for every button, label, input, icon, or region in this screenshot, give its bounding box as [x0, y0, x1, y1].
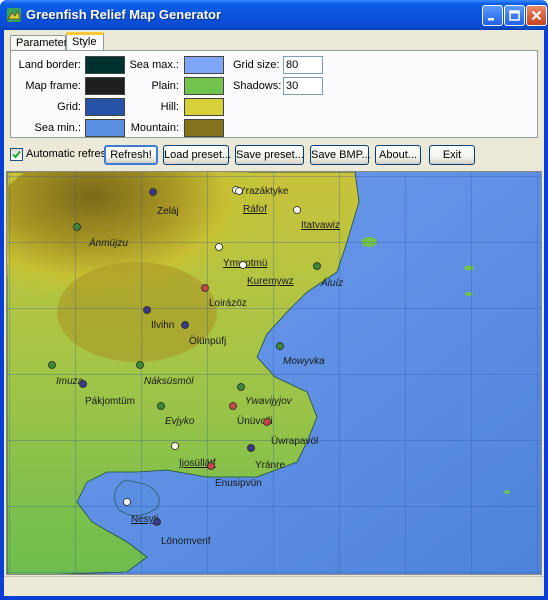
- grid-swatch[interactable]: [85, 98, 125, 116]
- land-border-label: Land border:: [18, 59, 81, 71]
- minimize-button[interactable]: [482, 5, 503, 26]
- grid-size-input[interactable]: 80: [283, 56, 323, 74]
- load-preset-button[interactable]: Load preset...: [163, 145, 231, 165]
- place-marker: [235, 187, 243, 195]
- shadows-input[interactable]: 30: [283, 77, 323, 95]
- sea-min-label: Sea min.:: [34, 122, 81, 134]
- place-marker: [276, 342, 284, 350]
- mountain-label: Mountain:: [130, 122, 179, 134]
- place-label: Ánmüjzu: [88, 236, 128, 249]
- place-marker: [181, 321, 189, 329]
- title-bar[interactable]: Greenfish Relief Map Generator: [0, 0, 548, 30]
- sea-min-swatch[interactable]: [85, 119, 125, 137]
- style-panel: Land border: Map frame: Grid: Sea min.: …: [10, 50, 538, 138]
- place-marker: [123, 498, 131, 506]
- place-label: Ywavijyjov: [245, 396, 293, 407]
- window-title: Greenfish Relief Map Generator: [26, 7, 222, 22]
- place-marker: [313, 262, 321, 270]
- automatic-refresh-label: Automatic refresh: [26, 148, 113, 160]
- sea-max-label: Sea max.:: [129, 59, 179, 71]
- place-label: Kuremywz: [247, 276, 294, 287]
- place-marker: [207, 462, 215, 470]
- plain-label: Plain:: [151, 80, 179, 92]
- relief-map-view[interactable]: YrazáktykeZelájRáfofItatvawizÁnmüjzuYmwo…: [6, 171, 542, 575]
- place-marker: [48, 361, 56, 369]
- place-marker: [171, 442, 179, 450]
- place-label: Ráfof: [243, 204, 267, 215]
- place-label: Mowyvka: [283, 356, 325, 367]
- map-grid: [7, 172, 541, 574]
- place-marker: [293, 206, 301, 214]
- place-label: Üwrapavöl: [271, 435, 318, 447]
- place-marker: [153, 518, 161, 526]
- place-label: Yrazáktyke: [239, 186, 289, 197]
- place-marker: [215, 243, 223, 251]
- shadows-label: Shadows:: [233, 80, 282, 92]
- save-bmp-button[interactable]: Save BMP...: [310, 145, 371, 165]
- maximize-button[interactable]: [504, 5, 525, 26]
- map-frame-swatch[interactable]: [85, 77, 125, 95]
- place-marker: [237, 383, 245, 391]
- place-label: Lönomvenf: [161, 536, 211, 547]
- place-marker: [79, 380, 87, 388]
- place-marker: [136, 361, 144, 369]
- place-marker: [201, 284, 209, 292]
- exit-button[interactable]: Exit: [429, 145, 475, 165]
- place-marker: [73, 223, 81, 231]
- checkbox-box[interactable]: [10, 148, 23, 161]
- place-marker: [239, 261, 247, 269]
- app-icon: [6, 7, 22, 23]
- place-marker: [149, 188, 157, 196]
- grid-label: Grid:: [57, 101, 81, 113]
- place-label: Yránre: [255, 460, 285, 471]
- save-preset-button[interactable]: Save preset...: [235, 145, 304, 165]
- place-marker: [157, 402, 165, 410]
- grid-size-label: Grid size:: [233, 59, 280, 71]
- place-label: Enusipvün: [215, 478, 262, 489]
- client-area: Parameters Style Land border: Map frame:…: [4, 30, 544, 596]
- plain-swatch[interactable]: [184, 77, 224, 95]
- hill-swatch[interactable]: [184, 98, 224, 116]
- place-label: Náksüsmöl: [144, 376, 194, 387]
- place-label: Ölünpüfj: [189, 335, 226, 347]
- map-frame-label: Map frame:: [25, 80, 81, 92]
- mountain-swatch[interactable]: [184, 119, 224, 137]
- place-marker: [229, 402, 237, 410]
- place-label: Áluíz: [320, 276, 343, 289]
- relief-map: YrazáktykeZelájRáfofItatvawizÁnmüjzuYmwo…: [7, 172, 541, 574]
- status-bar: [4, 576, 544, 596]
- about-button[interactable]: About...: [375, 145, 421, 165]
- place-marker: [263, 418, 271, 426]
- close-button[interactable]: [526, 5, 547, 26]
- place-marker: [143, 306, 151, 314]
- place-label: Pákjomtüm: [85, 396, 135, 407]
- place-label: Ilvihn: [151, 320, 174, 331]
- land-border-swatch[interactable]: [85, 56, 125, 74]
- place-label: Zeláj: [157, 206, 179, 217]
- refresh-button[interactable]: Refresh!: [104, 145, 158, 165]
- place-label: Itatvawiz: [301, 220, 340, 231]
- hill-label: Hill:: [160, 101, 179, 113]
- sea-max-swatch[interactable]: [184, 56, 224, 74]
- place-label: Evjyko: [165, 416, 195, 427]
- place-label: Loirázöz: [209, 298, 247, 309]
- app-window: Greenfish Relief Map Generator Parameter…: [0, 0, 548, 600]
- place-marker: [247, 444, 255, 452]
